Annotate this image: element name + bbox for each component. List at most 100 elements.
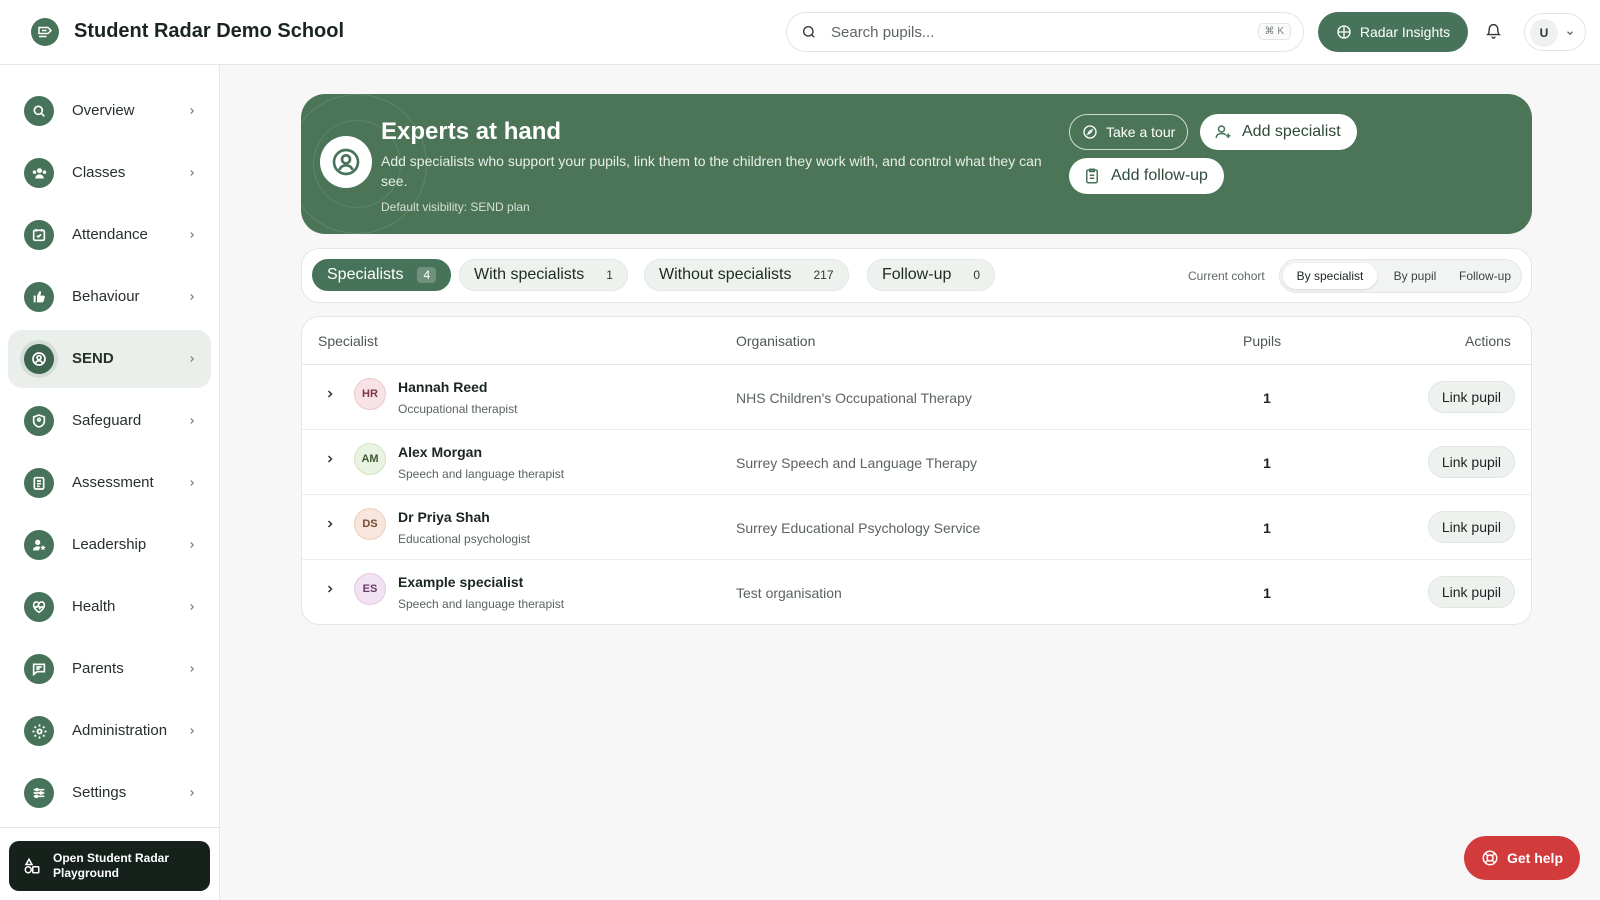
get-help-button[interactable]: Get help [1464, 836, 1580, 880]
add-follow-up-button[interactable]: Add follow-up [1069, 158, 1224, 194]
bell-icon[interactable] [1485, 22, 1502, 40]
sidebar-item-label: Assessment [72, 474, 154, 491]
user-menu[interactable]: U [1524, 13, 1586, 51]
view-by-specialist[interactable]: By specialist [1283, 263, 1377, 289]
sidebar-item-send[interactable]: SEND [8, 330, 211, 388]
default-visibility-text: Default visibility: SEND plan [381, 200, 530, 214]
chevron-right-icon [190, 294, 195, 300]
chevron-down-icon [1567, 31, 1573, 36]
lifebuoy-icon [1482, 850, 1498, 866]
sidebar-divider [0, 827, 219, 828]
chevron-right-icon [190, 480, 195, 486]
calendar-check-icon [24, 220, 54, 250]
pupil-count: 1 [1263, 455, 1271, 471]
tab-label: Specialists [327, 266, 404, 283]
chevron-right-icon[interactable] [324, 387, 336, 401]
message-icon [24, 654, 54, 684]
tab-label: Follow-up [882, 266, 952, 283]
sidebar-item-label: Overview [72, 102, 135, 119]
user-plus-icon [1215, 125, 1231, 139]
clipboard-icon [24, 468, 54, 498]
view-by-pupil[interactable]: By pupil [1380, 263, 1450, 289]
pupil-count: 1 [1263, 390, 1271, 406]
table-row: AM Alex Morgan Speech and language thera… [302, 430, 1531, 495]
users-icon [24, 158, 54, 188]
table-row: HR Hannah Reed Occupational therapist NH… [302, 365, 1531, 430]
specialist-role: Educational psychologist [398, 532, 531, 546]
chevron-right-icon [190, 790, 195, 796]
specialists-table: Specialist Organisation Pupils Actions H… [301, 316, 1532, 625]
view-follow-up[interactable]: Follow-up [1450, 263, 1520, 289]
link-pupil-button[interactable]: Link pupil [1427, 576, 1515, 608]
sidebar-item-label: Attendance [72, 226, 148, 243]
chevron-right-icon [190, 232, 195, 238]
link-pupil-button[interactable]: Link pupil [1427, 446, 1515, 478]
link-pupil-button[interactable]: Link pupil [1427, 381, 1515, 413]
sidebar-item-health[interactable]: Health [8, 578, 211, 636]
column-header-specialist: Specialist [318, 333, 378, 349]
tab-without-specialists[interactable]: Without specialists 217 [644, 259, 849, 291]
sidebar-item-leadership[interactable]: Leadership [8, 516, 211, 574]
table-row: ES Example specialist Speech and languag… [302, 560, 1531, 624]
specialist-organisation: Surrey Speech and Language Therapy [736, 455, 978, 471]
table-header: Specialist Organisation Pupils Actions [302, 317, 1531, 365]
sidebar-item-assessment[interactable]: Assessment [8, 454, 211, 512]
chevron-right-icon [190, 170, 195, 176]
chevron-right-icon [190, 356, 195, 362]
shield-user-icon [24, 406, 54, 436]
sidebar-item-label: SEND [72, 350, 114, 367]
chevron-right-icon[interactable] [324, 452, 336, 466]
pupil-count: 1 [1263, 520, 1271, 536]
add-specialist-button[interactable]: Add specialist [1200, 114, 1357, 150]
sidebar-item-label: Administration [72, 722, 168, 739]
chevron-right-icon[interactable] [324, 582, 336, 596]
current-cohort-label: Current cohort [1188, 269, 1265, 283]
heart-pulse-icon [24, 592, 54, 622]
sidebar-item-label: Health [72, 598, 116, 615]
specialist-name: Hannah Reed [398, 379, 488, 395]
sidebar-item-attendance[interactable]: Attendance [8, 206, 211, 264]
sidebar-item-safeguard[interactable]: Safeguard [8, 392, 211, 450]
sliders-icon [24, 778, 54, 808]
link-pupil-button[interactable]: Link pupil [1427, 511, 1515, 543]
specialist-role: Speech and language therapist [398, 597, 565, 611]
sidebar-item-administration[interactable]: Administration [8, 702, 211, 760]
get-help-label: Get help [1506, 850, 1563, 866]
search-input[interactable] [823, 13, 1223, 51]
sidebar-item-settings[interactable]: Settings [8, 764, 211, 822]
avatar: ES [354, 573, 386, 605]
avatar: HR [354, 378, 386, 410]
brand-logo-icon [31, 18, 59, 46]
pupil-count: 1 [1263, 585, 1271, 601]
specialist-name: Example specialist [398, 574, 524, 590]
chevron-right-icon [190, 418, 195, 424]
specialist-organisation: Test organisation [736, 585, 842, 601]
specialist-role: Speech and language therapist [398, 467, 565, 481]
specialist-organisation: NHS Children's Occupational Therapy [736, 390, 972, 406]
chevron-right-icon[interactable] [324, 517, 336, 531]
sidebar-item-label: Leadership [72, 536, 147, 553]
chevron-right-icon [190, 666, 195, 672]
hero-banner: Experts at hand Add specialists who supp… [301, 94, 1532, 234]
clipboard-icon [1086, 168, 1098, 184]
sidebar-item-overview[interactable]: Overview [8, 82, 211, 140]
column-header-actions: Actions [1465, 333, 1511, 349]
radar-insights-button[interactable]: Radar Insights [1318, 12, 1468, 52]
gear-icon [24, 716, 54, 746]
table-row: DS Dr Priya Shah Educational psychologis… [302, 495, 1531, 560]
page-title: Experts at hand [381, 118, 562, 145]
tab-specialists[interactable]: Specialists 4 [312, 259, 452, 291]
sidebar-item-parents[interactable]: Parents [8, 640, 211, 698]
column-header-organisation: Organisation [736, 333, 816, 349]
tab-follow-up[interactable]: Follow-up 0 [867, 259, 996, 291]
open-playground-button[interactable]: Open Student Radar Playground [9, 841, 210, 891]
user-avatar: U [1530, 19, 1558, 47]
tab-count-badge: 0 [973, 268, 981, 282]
user-circle-icon [24, 344, 54, 374]
tab-with-specialists[interactable]: With specialists 1 [459, 259, 628, 291]
sidebar-item-behaviour[interactable]: Behaviour [8, 268, 211, 326]
specialist-name: Alex Morgan [398, 444, 483, 460]
take-tour-button[interactable]: Take a tour [1069, 114, 1189, 150]
sidebar-item-label: Parents [72, 660, 124, 677]
sidebar-item-classes[interactable]: Classes [8, 144, 211, 202]
